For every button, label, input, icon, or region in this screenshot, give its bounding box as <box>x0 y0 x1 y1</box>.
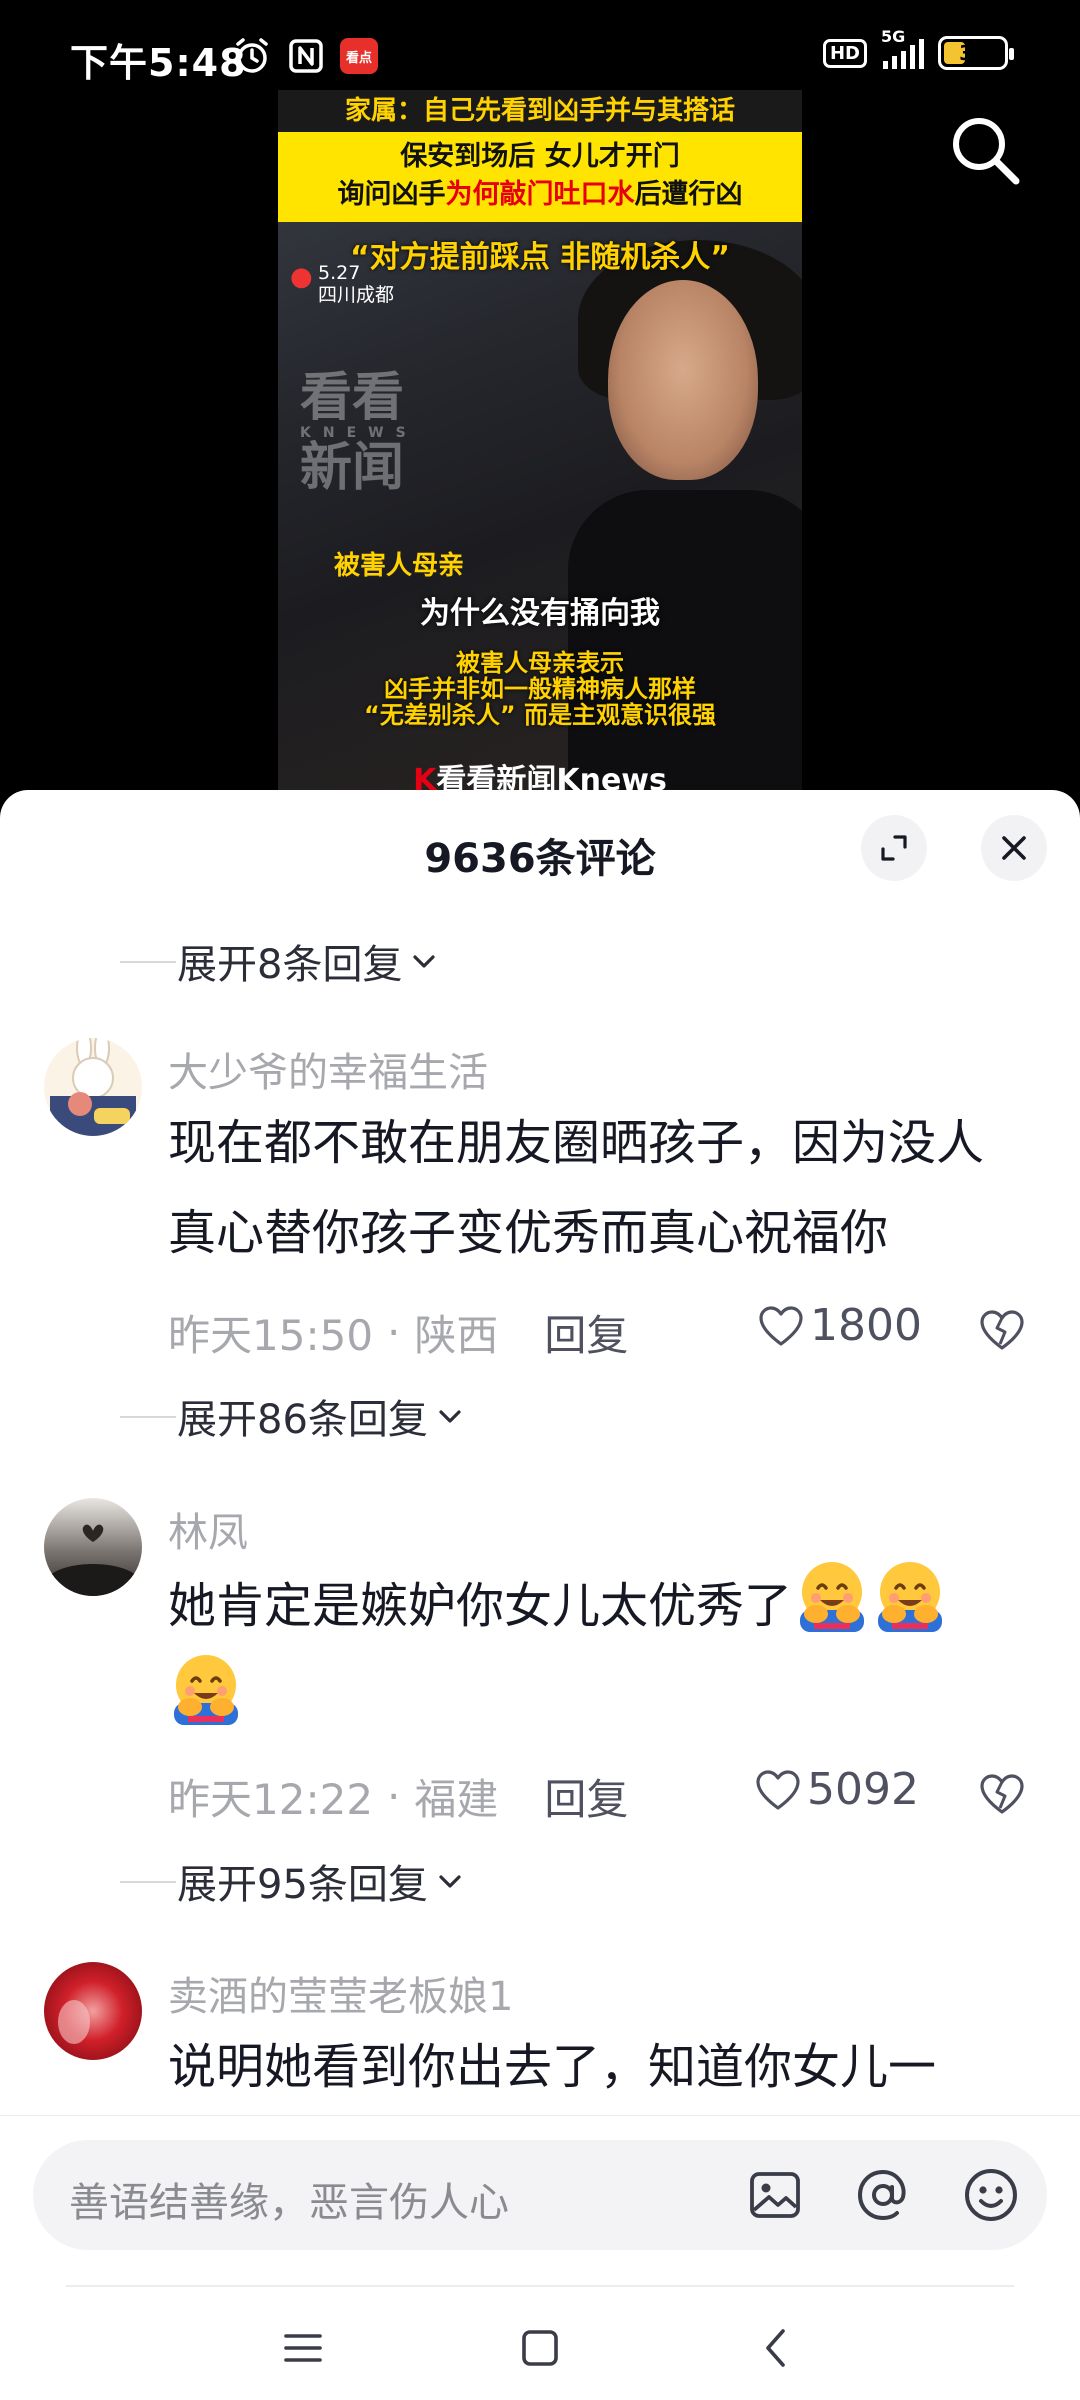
heart-icon <box>756 1769 800 1810</box>
comment-region: 陕西 <box>414 1311 499 1360</box>
hugging-face-emoji <box>174 1655 238 1725</box>
video-city: 四川成都 <box>318 284 395 306</box>
comment-text: 现在都不敢在朋友圈晒孩子，因为没人真心替你孩子变优秀而真心祝福你 <box>168 1115 985 1261</box>
divider-line <box>120 1881 176 1883</box>
battery-icon: 36 <box>938 36 1014 70</box>
comment-username[interactable]: 卖酒的莹莹老板娘1 <box>168 1964 513 2022</box>
expand-replies-toggle[interactable]: 展开8条回复 <box>120 932 438 990</box>
news-app-icon: 看点 <box>340 38 378 74</box>
comment-username[interactable]: 大少爷的幸福生活 <box>168 1040 488 1098</box>
close-button[interactable] <box>981 815 1047 881</box>
video-player[interactable]: 家属：自己先看到凶手并与其搭话 保安到场后 女儿才开门 询问凶手为何敲门吐口水后… <box>0 90 1080 790</box>
like-count: 1800 <box>810 1300 922 1351</box>
comment-time: 昨天15:50 <box>168 1311 374 1360</box>
video-explanation: 被害人母亲表示 凶手并非如一般精神病人那样 “无差别杀人” 而是主观意识很强 <box>364 649 716 729</box>
divider-line <box>66 2285 1014 2287</box>
image-icon[interactable] <box>745 2165 805 2225</box>
emoji-icon[interactable] <box>961 2165 1021 2225</box>
heart-icon <box>759 1305 803 1346</box>
network-type: 5G <box>881 27 906 46</box>
search-icon <box>953 118 1020 185</box>
avatar[interactable] <box>44 1038 142 1136</box>
status-icons-left: 看点 <box>232 36 378 76</box>
dislike-button[interactable] <box>978 1306 1026 1354</box>
divider-line <box>120 1416 176 1418</box>
like-count: 5092 <box>807 1764 919 1815</box>
video-top-caption: 家属：自己先看到凶手并与其搭话 <box>278 90 802 132</box>
video-person-face <box>608 280 758 480</box>
signal-icon: 5G <box>881 27 924 69</box>
dislike-button[interactable] <box>978 1770 1026 1818</box>
comment-time: 昨天12:22 <box>168 1775 374 1824</box>
video-speaker-label: 被害人母亲 <box>334 551 465 581</box>
expand-replies-toggle[interactable]: 展开86条回复 <box>120 1387 464 1445</box>
divider-line <box>120 961 176 963</box>
comment-text: 她肯定是嫉妒你女儿太优秀了 <box>168 1558 1028 1744</box>
search-button[interactable] <box>940 105 1030 195</box>
comment-username[interactable]: 林凤 <box>168 1500 248 1558</box>
menu-icon[interactable] <box>278 2323 328 2373</box>
hugging-face-emoji <box>878 1562 943 1632</box>
hd-badge: HD <box>822 38 867 68</box>
close-icon <box>1002 836 1026 860</box>
reply-button[interactable]: 回复 <box>544 1766 628 1827</box>
video-frame[interactable]: 家属：自己先看到凶手并与其搭话 保安到场后 女儿才开门 询问凶手为何敲门吐口水后… <box>278 90 802 790</box>
chevron-down-icon <box>413 955 436 968</box>
video-headline-banner: 保安到场后 女儿才开门 询问凶手为何敲门吐口水后遭行凶 <box>278 132 802 222</box>
comment-input-placeholder: 善语结善缘，恶言伤人心 <box>69 2180 509 2226</box>
comment-region: 福建 <box>414 1775 499 1824</box>
mention-icon[interactable] <box>853 2165 913 2225</box>
hugging-face-emoji <box>800 1562 865 1632</box>
video-location: ● 5.27 四川成都 <box>290 262 395 306</box>
like-button[interactable]: 5092 <box>755 1764 919 1815</box>
comment-sheet-header: 9636条评论 <box>0 790 1080 910</box>
video-person-body <box>568 490 802 790</box>
video-date: 5.27 <box>318 262 361 284</box>
reply-button[interactable]: 回复 <box>544 1302 628 1363</box>
video-source-logo: K看看新闻Knews <box>413 763 667 790</box>
battery-percent: 36 <box>959 41 987 65</box>
status-icons-right: HD 5G 36 <box>822 27 1014 70</box>
video-watermark: 看看 KNEWS 新闻 <box>300 368 418 498</box>
location-pin-icon: ● <box>290 262 313 292</box>
comment-meta: 昨天15:50 · 陕西 回复 <box>168 1302 628 1363</box>
comment-meta: 昨天12:22 · 福建 回复 <box>168 1766 628 1827</box>
comment-input-bar: 善语结善缘，恶言伤人心 <box>0 2115 1080 2285</box>
expand-icon <box>881 835 907 861</box>
comment-text: 说明她看到你出去了，知道你女儿一 <box>168 2039 937 2095</box>
status-bar: 下午5:48 看点 HD 5G 36 <box>0 0 1080 90</box>
nfc-icon <box>289 39 323 73</box>
comment-input[interactable]: 善语结善缘，恶言伤人心 <box>33 2140 1047 2250</box>
expand-replies-toggle[interactable]: 展开95条回复 <box>120 1852 464 1910</box>
system-navigation-bar <box>0 2285 1080 2400</box>
back-icon[interactable] <box>752 2323 802 2373</box>
home-icon[interactable] <box>515 2323 565 2373</box>
expand-button[interactable] <box>861 815 927 881</box>
chevron-down-icon <box>439 1410 461 1423</box>
avatar[interactable] <box>44 1962 142 2060</box>
video-subtitle: 为什么没有捅向我 <box>420 596 660 631</box>
video-headline-line2: 询问凶手为何敲门吐口水后遭行凶 <box>337 179 743 210</box>
alarm-icon <box>236 38 268 73</box>
status-time: 下午5:48 <box>70 41 247 85</box>
like-button[interactable]: 1800 <box>758 1300 922 1351</box>
avatar[interactable] <box>44 1498 142 1596</box>
video-headline-line1: 保安到场后 女儿才开门 <box>400 141 680 172</box>
chevron-down-icon <box>439 1875 461 1888</box>
